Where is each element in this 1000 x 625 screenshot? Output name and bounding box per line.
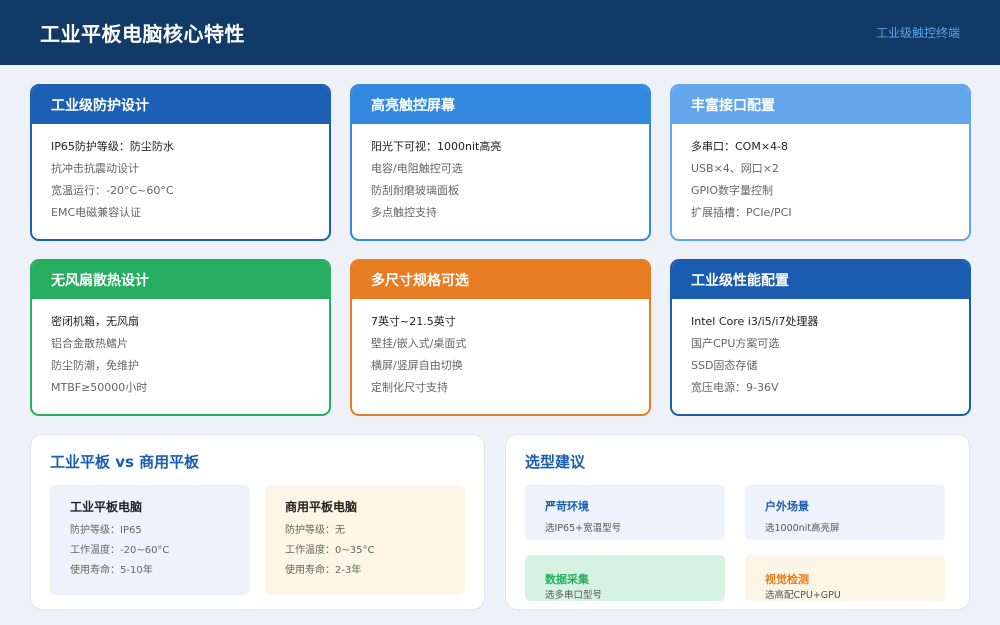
page-title: 工业平板电脑核心特性 xyxy=(40,22,245,46)
feature-list: 7英寸~21.5英寸 壁挂/嵌入式/桌面式 横屏/竖屏自由切换 定制化尺寸支持 xyxy=(352,299,649,399)
card-header: 多尺寸规格可选 xyxy=(352,261,649,299)
header-tag: 工业级触控终端 xyxy=(875,26,960,40)
feature-item: 密闭机箱，无风扇 xyxy=(51,315,139,328)
feature-item: Intel Core i3/i5/i7处理器 xyxy=(691,315,819,328)
feature-card-protection: 工业级防护设计 IP65防护等级：防尘防水 抗冲击抗震动设计 宽温运行：-20°… xyxy=(30,84,331,241)
spec-line: 使用寿命：5-10年 xyxy=(70,565,153,576)
commercial-tablet-box: 商用平板电脑 防护等级：无 工作温度：0~35°C 使用寿命：2-3年 xyxy=(265,485,465,595)
feature-item: USB×4、网口×2 xyxy=(691,162,780,175)
feature-item: 壁挂/嵌入式/桌面式 xyxy=(371,337,467,350)
feature-item: 多点触控支持 xyxy=(371,206,437,219)
feature-item: 7英寸~21.5英寸 xyxy=(371,315,456,328)
spec-line: 防护等级：IP65 xyxy=(70,525,142,536)
card-header: 高亮触控屏幕 xyxy=(352,86,649,124)
feature-list: IP65防护等级：防尘防水 抗冲击抗震动设计 宽温运行：-20°C~60°C E… xyxy=(32,124,329,224)
tip-desc: 选1000nit高亮屏 xyxy=(765,523,840,534)
feature-list: Intel Core i3/i5/i7处理器 国产CPU方案可选 SSD固态存储… xyxy=(672,299,969,399)
tip-desc: 选高配CPU+GPU xyxy=(765,590,841,601)
spec-line: 工作温度：-20~60°C xyxy=(70,545,170,556)
card-header: 无风扇散热设计 xyxy=(32,261,329,299)
feature-item: 横屏/竖屏自由切换 xyxy=(371,359,463,372)
feature-item: 扩展插槽：PCIe/PCI xyxy=(691,206,792,219)
comparison-panel: 工业平板 vs 商用平板 工业平板电脑 防护等级：IP65 工作温度：-20~6… xyxy=(30,434,485,610)
feature-item: EMC电磁兼容认证 xyxy=(51,206,142,219)
feature-item: 抗冲击抗震动设计 xyxy=(51,162,139,175)
tip-title: 数据采集 xyxy=(545,573,589,586)
feature-item: 多串口：COM×4-8 xyxy=(691,140,789,153)
feature-item: SSD固态存储 xyxy=(691,359,758,372)
tip-data-collection: 数据采集 选多串口型号 xyxy=(525,555,725,601)
commercial-tablet-title: 商用平板电脑 xyxy=(285,500,358,514)
feature-list: 密闭机箱，无风扇 铝合金散热鳍片 防尘防潮，免维护 MTBF≥50000小时 xyxy=(32,299,329,399)
feature-list: 多串口：COM×4-8 USB×4、网口×2 GPIO数字量控制 扩展插槽：PC… xyxy=(672,124,969,224)
feature-item: 宽压电源：9-36V xyxy=(691,381,779,394)
tip-desc: 选多串口型号 xyxy=(545,590,603,601)
feature-item: GPIO数字量控制 xyxy=(691,184,774,197)
card-header: 丰富接口配置 xyxy=(672,86,969,124)
feature-item: 国产CPU方案可选 xyxy=(691,337,780,350)
feature-card-performance: 工业级性能配置 Intel Core i3/i5/i7处理器 国产CPU方案可选… xyxy=(670,259,971,416)
feature-item: MTBF≥50000小时 xyxy=(51,381,148,394)
top-header: 工业平板电脑核心特性 工业级触控终端 xyxy=(0,0,1000,65)
feature-item: 定制化尺寸支持 xyxy=(371,381,448,394)
tip-harsh-environment: 严苛环境 选IP65+宽温型号 xyxy=(525,485,725,540)
industrial-tablet-box: 工业平板电脑 防护等级：IP65 工作温度：-20~60°C 使用寿命：5-10… xyxy=(50,485,250,595)
feature-item: 铝合金散热鳍片 xyxy=(51,337,128,350)
industrial-tablet-title: 工业平板电脑 xyxy=(70,500,143,514)
feature-item: 宽温运行：-20°C~60°C xyxy=(51,184,174,197)
tip-title: 严苛环境 xyxy=(545,500,589,513)
feature-card-interfaces: 丰富接口配置 多串口：COM×4-8 USB×4、网口×2 GPIO数字量控制 … xyxy=(670,84,971,241)
spec-line: 防护等级：无 xyxy=(285,525,345,536)
feature-card-sizes: 多尺寸规格可选 7英寸~21.5英寸 壁挂/嵌入式/桌面式 横屏/竖屏自由切换 … xyxy=(350,259,651,416)
spec-line: 使用寿命：2-3年 xyxy=(285,565,362,576)
tip-outdoor: 户外场景 选1000nit高亮屏 xyxy=(745,485,945,540)
spec-line: 工作温度：0~35°C xyxy=(285,545,375,556)
feature-list: 阳光下可视：1000nit高亮 电容/电阻触控可选 防刮耐磨玻璃面板 多点触控支… xyxy=(352,124,649,224)
card-header: 工业级性能配置 xyxy=(672,261,969,299)
feature-item: 阳光下可视：1000nit高亮 xyxy=(371,140,502,153)
feature-item: 防尘防潮，免维护 xyxy=(51,359,139,372)
feature-card-touchscreen: 高亮触控屏幕 阳光下可视：1000nit高亮 电容/电阻触控可选 防刮耐磨玻璃面… xyxy=(350,84,651,241)
card-header: 工业级防护设计 xyxy=(32,86,329,124)
tip-visual-inspection: 视觉检测 选高配CPU+GPU xyxy=(745,555,945,601)
tip-title: 户外场景 xyxy=(765,500,809,513)
tip-desc: 选IP65+宽温型号 xyxy=(545,523,622,534)
advice-panel: 选型建议 严苛环境 选IP65+宽温型号 户外场景 选1000nit高亮屏 数据… xyxy=(505,434,970,610)
comparison-title: 工业平板 vs 商用平板 xyxy=(50,453,200,471)
feature-card-fanless: 无风扇散热设计 密闭机箱，无风扇 铝合金散热鳍片 防尘防潮，免维护 MTBF≥5… xyxy=(30,259,331,416)
advice-title: 选型建议 xyxy=(525,453,586,471)
feature-item: IP65防护等级：防尘防水 xyxy=(51,140,174,153)
feature-item: 防刮耐磨玻璃面板 xyxy=(371,184,459,197)
feature-item: 电容/电阻触控可选 xyxy=(371,162,463,175)
tip-title: 视觉检测 xyxy=(765,573,809,586)
